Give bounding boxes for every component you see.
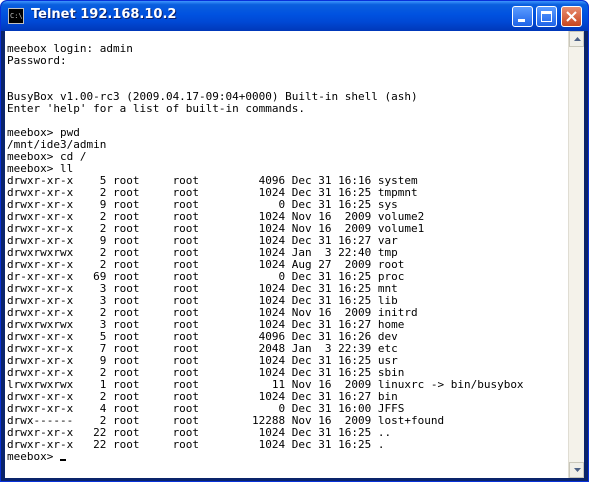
client-area: meebox login: admin Password: BusyBox v1.0… [5,31,584,478]
scroll-up-button[interactable] [569,31,584,47]
terminal-line: meebox login: admin [7,42,133,55]
terminal-line: meebox> [7,451,524,463]
scroll-down-arrow-icon [574,468,581,472]
terminal-line: drwxr-xr-x 22 root root 1024 Dec 31 16:2… [7,438,385,451]
terminal-line: Enter 'help' for a list of built-in comm… [7,102,306,115]
terminal-line: Password: [7,54,67,67]
minimize-icon [518,19,525,22]
scroll-up-arrow-icon [574,37,581,41]
terminal-lines: meebox login: admin Password: BusyBox v1.0… [7,43,524,463]
window-title: Telnet 192.168.10.2 [31,7,177,22]
maximize-button[interactable] [536,6,557,27]
maximize-icon [541,11,552,22]
close-button[interactable] [561,6,582,27]
scroll-down-button[interactable] [569,462,584,478]
title-bar[interactable]: C:\ Telnet 192.168.10.2 [1,1,588,31]
minimize-button[interactable] [512,6,533,27]
close-icon [566,11,577,22]
terminal-line: meebox> cd / [7,150,87,163]
terminal-output[interactable]: meebox login: admin Password: BusyBox v1.0… [5,31,567,478]
console-icon[interactable]: C:\ [8,8,24,24]
text-cursor [59,459,66,461]
vertical-scrollbar[interactable] [568,31,584,478]
telnet-window: C:\ Telnet 192.168.10.2 meebox login: ad… [0,0,589,482]
